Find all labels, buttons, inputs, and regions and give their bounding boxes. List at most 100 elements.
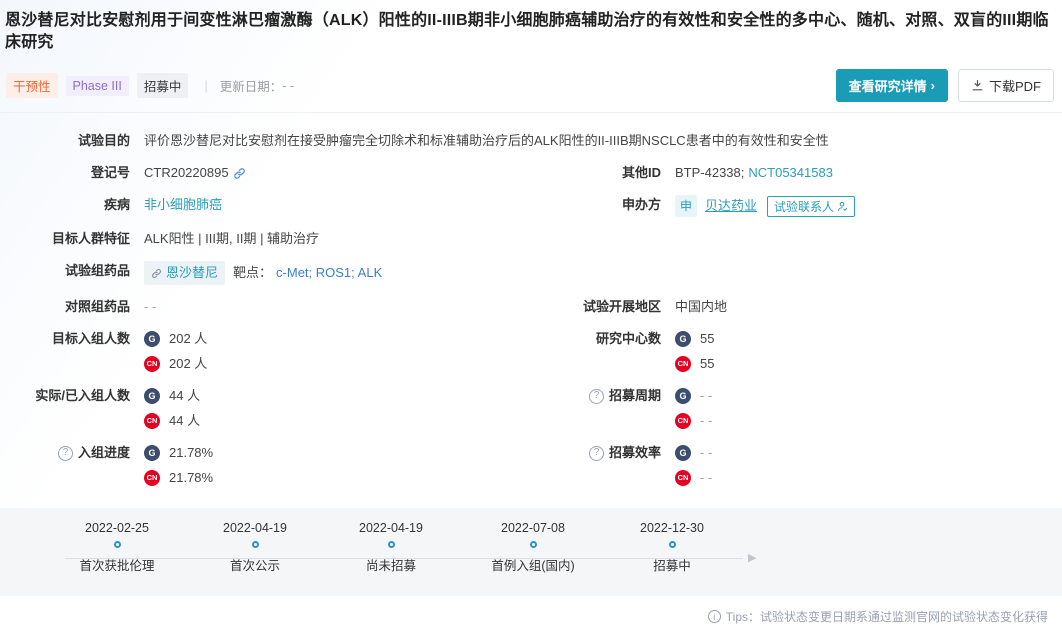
contact-button-label: 试验联系人 [774, 199, 835, 214]
milestone-date: 2022-04-19 [223, 521, 287, 536]
milestone-date: 2022-02-25 [85, 521, 149, 536]
disease-label: 疾病 [103, 197, 130, 213]
global-badge-icon: G [144, 388, 160, 405]
other-id-value: BTP-42338; [675, 165, 745, 181]
tag-phase: Phase III [65, 75, 129, 96]
target-links[interactable]: c-Met; ROS1; ALK [276, 263, 382, 283]
recruit-period-global-value: - - [700, 388, 713, 404]
trial-contact-button[interactable]: 试验联系人 [767, 195, 856, 217]
recruit-period-cn-row: CN - - [675, 411, 712, 431]
nct-id-link[interactable]: NCT05341583 [748, 163, 833, 183]
recruit-efficiency-cn-value: - - [700, 470, 713, 486]
recruit-efficiency-label: 招募效率 [608, 445, 661, 461]
field-disease: 疾病 非小细胞肺癌 [0, 189, 531, 223]
centers-global-row: G 55 [675, 329, 714, 349]
progress-global-value: 21.78% [169, 445, 214, 461]
tag-status: 招募中 [136, 73, 189, 99]
region-label: 试验开展地区 [582, 299, 661, 315]
timeline-milestone: 2022-12-30 招募中 [597, 521, 747, 574]
timeline-milestone: 2022-04-19 首次公示 [180, 521, 330, 574]
actual-enrollment-global-row: G 44 人 [144, 386, 200, 406]
actual-enrollment-global-value: 44 人 [169, 388, 201, 404]
target-enrollment-global-row: G 202 人 [144, 329, 207, 349]
tag-study-type: 干预性 [6, 73, 58, 99]
actual-enrollment-cn-row: CN 44 人 [144, 411, 200, 431]
recruit-period-cn-value: - - [700, 413, 713, 429]
person-icon [837, 201, 848, 212]
timeline-milestone: 2022-04-19 尚未招募 [316, 521, 466, 574]
milestone-date: 2022-04-19 [359, 521, 423, 536]
header-actions: 查看研究详情 › 下载PDF [835, 69, 1054, 103]
download-pdf-button[interactable]: 下载PDF [957, 69, 1054, 103]
cn-badge-icon: CN [144, 356, 160, 373]
global-badge-icon: G [675, 445, 691, 462]
population-label: 目标人群特征 [51, 231, 130, 247]
field-trial-drug: 试验组药品 恩沙替尼 靶点： c-Met; ROS1; ALK [0, 255, 1062, 291]
field-recruit-period: ? 招募周期 G - - CN - - [531, 380, 1062, 437]
progress-global-row: G 21.78% [144, 443, 213, 463]
population-value: ALK阳性 | III期, II期 | 辅助治疗 [144, 231, 320, 247]
milestone-date: 2022-07-08 [501, 521, 565, 536]
target-enrollment-cn-value: 202 人 [169, 356, 208, 372]
field-control-drug: 对照组药品 - - [0, 291, 531, 323]
field-centers: 研究中心数 G 55 CN 55 [531, 323, 1062, 380]
milestone-label: 首次公示 [229, 559, 280, 574]
timeline-milestone: 2022-02-25 首次获批伦理 [42, 521, 192, 574]
milestone-dot-icon [387, 541, 395, 549]
tags-group: 干预性 Phase III 招募中 | 更新日期： - - [6, 73, 295, 99]
timeline-milestone: 2022-07-08 首例入组(国内) [458, 521, 608, 574]
help-icon[interactable]: ? [588, 445, 604, 461]
download-icon [971, 79, 984, 92]
milestone-label: 尚未招募 [365, 559, 416, 574]
page-title: 恩沙替尼对比安慰剂用于间变性淋巴瘤激酶（ALK）阳性的II-IIIB期非小细胞肺… [5, 12, 1049, 51]
global-badge-icon: G [675, 331, 691, 348]
field-registration: 登记号 CTR20220895 [0, 157, 531, 189]
trial-drug-label: 试验组药品 [64, 263, 130, 279]
actual-enrollment-cn-value: 44 人 [169, 413, 201, 429]
view-details-label: 查看研究详情 [848, 79, 927, 95]
sponsor-link[interactable]: 贝达药业 [705, 196, 757, 216]
milestone-dot-icon [668, 541, 676, 549]
sponsor-label: 申办方 [621, 197, 661, 213]
update-date-value: - - [282, 78, 295, 93]
vertical-divider: | [204, 78, 208, 94]
global-badge-icon: G [144, 331, 160, 348]
cn-badge-icon: CN [675, 413, 691, 430]
progress-cn-value: 21.78% [169, 470, 214, 486]
actual-enrollment-label: 实际/已入组人数 [35, 388, 130, 404]
milestone-label: 招募中 [653, 559, 691, 574]
field-recruit-efficiency: ? 招募效率 G - - CN - - [531, 437, 1062, 494]
cn-badge-icon: CN [144, 470, 160, 487]
view-details-button[interactable]: 查看研究详情 › [835, 69, 948, 103]
control-drug-label: 对照组药品 [64, 299, 130, 315]
target-label: 靶点： [233, 265, 273, 281]
arrow-right-icon: ▶ [748, 552, 757, 565]
other-id-label: 其他ID [621, 165, 661, 181]
help-icon[interactable]: ? [57, 445, 73, 461]
milestone-dot-icon [251, 541, 259, 549]
progress-label: 入组进度 [77, 445, 130, 461]
cn-badge-icon: CN [675, 356, 691, 373]
chevron-right-icon: › [930, 78, 935, 94]
registration-value: CTR20220895 [144, 165, 229, 181]
field-actual-enrollment: 实际/已入组人数 G 44 人 CN 44 人 [0, 380, 531, 437]
centers-global-value: 55 [700, 331, 715, 347]
disease-link[interactable]: 非小细胞肺癌 [144, 195, 222, 215]
milestone-label: 首例入组(国内) [491, 559, 575, 574]
region-value: 中国内地 [675, 299, 728, 315]
recruit-efficiency-cn-row: CN - - [675, 468, 712, 488]
purpose-value: 评价恩沙替尼对比安慰剂在接受肿瘤完全切除术和标准辅助治疗后的ALK阳性的II-I… [144, 133, 829, 149]
registration-link-icon[interactable] [233, 167, 246, 180]
milestone-label: 首次获批伦理 [79, 559, 155, 574]
sponsor-badge: 申 [675, 195, 698, 218]
milestone-dot-icon [113, 541, 121, 549]
trial-drug-tag[interactable]: 恩沙替尼 [144, 261, 226, 286]
recruit-efficiency-global-value: - - [700, 445, 713, 461]
help-icon[interactable]: ? [588, 388, 604, 404]
recruit-period-global-row: G - - [675, 386, 712, 406]
global-badge-icon: G [675, 388, 691, 405]
centers-cn-value: 55 [700, 356, 715, 372]
milestone-date: 2022-12-30 [640, 521, 704, 536]
field-population: 目标人群特征 ALK阳性 | III期, II期 | 辅助治疗 [0, 223, 1062, 255]
target-enrollment-global-value: 202 人 [169, 331, 208, 347]
